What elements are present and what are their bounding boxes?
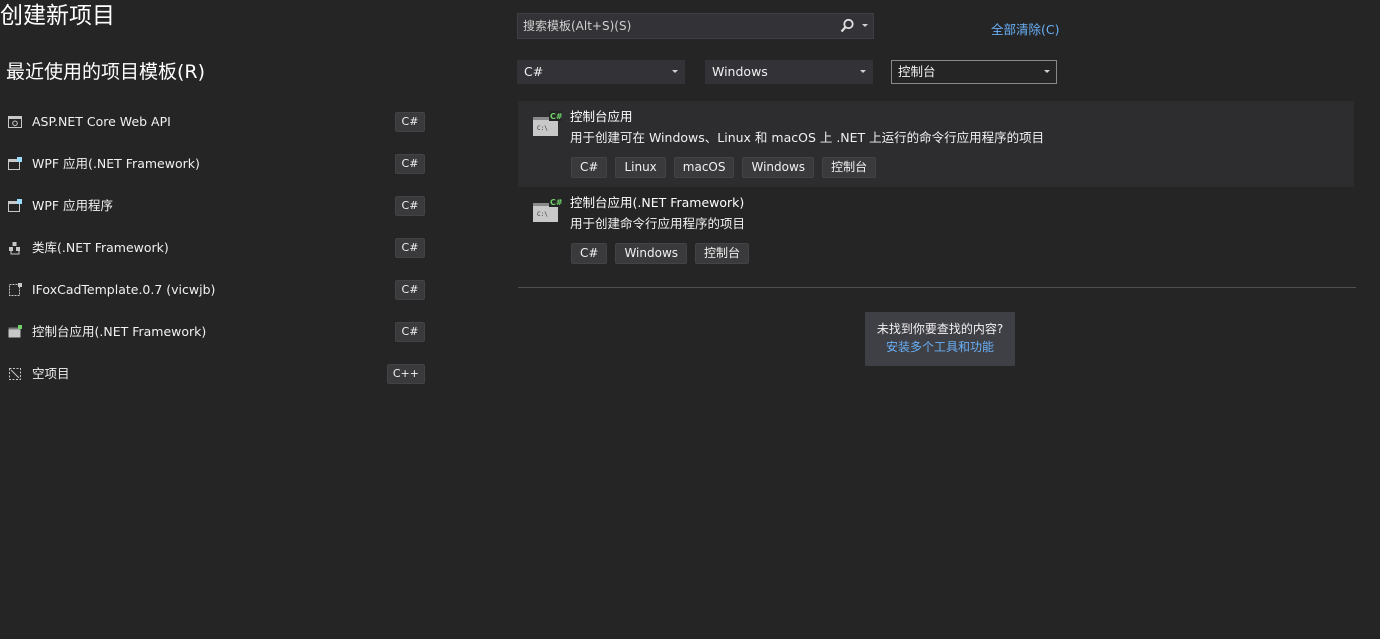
tag: Windows bbox=[615, 243, 688, 264]
template-item-console-app-net-framework[interactable]: C:\ C# 控制台应用(.NET Framework) 用于创建命令行应用程序… bbox=[518, 187, 1354, 273]
platform-filter-dropdown[interactable]: Windows bbox=[705, 60, 873, 84]
template-tags: C# Windows 控制台 bbox=[571, 243, 750, 264]
recent-template-item[interactable]: IFoxCadTemplate.0.7 (vicwjb) C# bbox=[0, 269, 440, 311]
recent-template-name: WPF 应用程序 bbox=[32, 198, 114, 213]
tag: 控制台 bbox=[822, 157, 877, 178]
search-options-chevron-down-icon[interactable] bbox=[861, 21, 869, 29]
results-divider bbox=[518, 287, 1356, 288]
template-name: 控制台应用 bbox=[570, 109, 633, 124]
template-name: 控制台应用(.NET Framework) bbox=[570, 195, 745, 210]
wpf-app-icon bbox=[8, 157, 22, 170]
template-icon bbox=[9, 283, 22, 296]
page-title: 创建新项目 bbox=[0, 3, 115, 29]
console-app-icon: C:\ C# bbox=[533, 197, 562, 222]
tag: Linux bbox=[615, 157, 666, 178]
language-badge: C# bbox=[395, 280, 425, 300]
recent-template-name: IFoxCadTemplate.0.7 (vicwjb) bbox=[32, 282, 216, 297]
recent-template-name: WPF 应用(.NET Framework) bbox=[32, 156, 200, 171]
class-library-icon bbox=[9, 242, 20, 255]
chevron-down-icon bbox=[1044, 70, 1050, 73]
recent-template-item[interactable]: WPF 应用程序 C# bbox=[0, 185, 440, 227]
svg-text:C:\: C:\ bbox=[537, 125, 548, 132]
language-badge: C++ bbox=[386, 364, 425, 384]
recent-templates-heading: 最近使用的项目模板(R) bbox=[6, 61, 206, 83]
language-badge: C# bbox=[395, 196, 425, 216]
language-badge: C# bbox=[395, 322, 425, 342]
empty-project-icon bbox=[9, 368, 21, 380]
recent-template-item[interactable]: 空项目 C++ bbox=[0, 353, 440, 395]
platform-filter-value: Windows bbox=[712, 64, 768, 79]
search-icon[interactable] bbox=[838, 17, 856, 35]
recent-template-item[interactable]: WPF 应用(.NET Framework) C# bbox=[0, 143, 440, 185]
language-badge: C# bbox=[395, 112, 425, 132]
chevron-down-icon bbox=[860, 70, 866, 73]
recent-template-item[interactable]: 类库(.NET Framework) C# bbox=[0, 227, 440, 269]
project-type-filter-dropdown[interactable]: 控制台 bbox=[891, 60, 1057, 84]
install-tools-link[interactable]: 安装多个工具和功能 bbox=[865, 339, 1015, 356]
recent-template-name: 空项目 bbox=[32, 366, 70, 381]
language-badge: C# bbox=[395, 154, 425, 174]
chevron-down-icon bbox=[672, 70, 678, 73]
svg-text:C:\: C:\ bbox=[537, 211, 548, 218]
web-api-icon bbox=[8, 116, 22, 128]
language-badge: C# bbox=[395, 238, 425, 258]
tag: C# bbox=[571, 243, 608, 264]
language-filter-dropdown[interactable]: C# bbox=[517, 60, 685, 84]
svg-text:C#: C# bbox=[550, 198, 562, 207]
project-type-filter-value: 控制台 bbox=[898, 64, 936, 79]
language-filter-value: C# bbox=[524, 64, 544, 79]
tag: 控制台 bbox=[695, 243, 750, 264]
recent-template-name: 控制台应用(.NET Framework) bbox=[32, 324, 207, 339]
search-input[interactable]: 搜索模板(Alt+S)(S) bbox=[517, 13, 874, 39]
template-tags: C# Linux macOS Windows 控制台 bbox=[571, 157, 877, 178]
tag: macOS bbox=[673, 157, 735, 178]
not-found-panel: 未找到你要查找的内容? 安装多个工具和功能 bbox=[865, 312, 1015, 366]
recent-template-item[interactable]: 控制台应用(.NET Framework) C# bbox=[0, 311, 440, 353]
template-description: 用于创建命令行应用程序的项目 bbox=[570, 216, 746, 231]
wpf-app-icon bbox=[8, 199, 22, 212]
template-item-console-app[interactable]: C:\ C# 控制台应用 用于创建可在 Windows、Linux 和 macO… bbox=[518, 101, 1354, 187]
template-description: 用于创建可在 Windows、Linux 和 macOS 上 .NET 上运行的… bbox=[570, 130, 1045, 145]
recent-templates-list: ASP.NET Core Web API C# WPF 应用(.NET Framew… bbox=[0, 101, 440, 395]
recent-template-name: ASP.NET Core Web API bbox=[32, 114, 171, 129]
svg-text:C#: C# bbox=[550, 112, 562, 121]
tag: Windows bbox=[742, 157, 815, 178]
search-placeholder: 搜索模板(Alt+S)(S) bbox=[523, 19, 632, 33]
recent-template-item[interactable]: ASP.NET Core Web API C# bbox=[0, 101, 440, 143]
console-app-icon bbox=[8, 325, 22, 338]
console-app-icon: C:\ C# bbox=[533, 111, 562, 136]
not-found-question: 未找到你要查找的内容? bbox=[876, 322, 1004, 336]
clear-all-link[interactable]: 全部清除(C) bbox=[991, 21, 1059, 39]
recent-template-name: 类库(.NET Framework) bbox=[32, 240, 169, 255]
tag: C# bbox=[571, 157, 608, 178]
